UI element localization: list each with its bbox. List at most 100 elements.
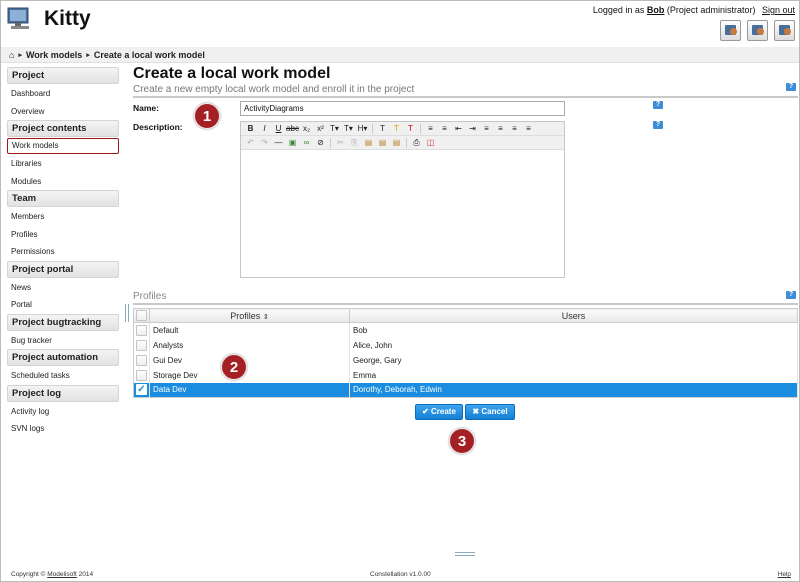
paste-icon[interactable]: ▤ bbox=[362, 137, 375, 149]
sidebar-item-activity-log[interactable]: Activity log bbox=[7, 403, 119, 421]
table-row-selected[interactable]: ✓ Data Dev Dorothy, Deborah, Edwin bbox=[133, 382, 798, 398]
profiles-column-header[interactable]: Profiles ⇕ bbox=[149, 308, 350, 323]
font-family-icon[interactable]: T▾ bbox=[328, 123, 341, 135]
align-left-icon[interactable]: ≡ bbox=[480, 123, 493, 135]
cut-icon[interactable]: ✂ bbox=[334, 137, 347, 149]
link-icon[interactable]: ∞ bbox=[300, 137, 313, 149]
name-field[interactable] bbox=[240, 101, 565, 116]
heading-icon[interactable]: H▾ bbox=[356, 123, 369, 135]
sidebar-item-portal[interactable]: Portal bbox=[7, 296, 119, 314]
unlink-icon[interactable]: ⊘ bbox=[314, 137, 327, 149]
text-color-icon[interactable]: T bbox=[376, 123, 389, 135]
table-row[interactable]: Default Bob bbox=[133, 322, 798, 338]
help-link[interactable]: Help bbox=[778, 571, 791, 578]
sidebar-item-permissions[interactable]: Permissions bbox=[7, 243, 119, 261]
users-column-header[interactable]: Users bbox=[349, 308, 798, 323]
bullet-list-icon[interactable]: ≡ bbox=[424, 123, 437, 135]
company-link[interactable]: Modelisoft bbox=[47, 571, 77, 578]
sidebar-item-profiles[interactable]: Profiles bbox=[7, 226, 119, 244]
sort-icon: ⇕ bbox=[262, 313, 269, 321]
row-checkbox[interactable] bbox=[136, 324, 147, 336]
user-link[interactable]: Bob bbox=[647, 5, 665, 15]
select-all-header[interactable] bbox=[133, 308, 150, 323]
user-role: (Project administrator) bbox=[666, 5, 756, 15]
home-icon[interactable]: ⌂ bbox=[9, 50, 14, 60]
italic-icon[interactable]: I bbox=[258, 123, 271, 135]
user-settings-icon[interactable] bbox=[720, 20, 741, 41]
sidebar-item-scheduled-tasks[interactable]: Scheduled tasks bbox=[7, 367, 119, 385]
main-content: Create a local work model Create a new e… bbox=[133, 64, 799, 454]
sidebar-collapse-handle[interactable] bbox=[125, 304, 129, 322]
align-right-icon[interactable]: ≡ bbox=[508, 123, 521, 135]
logged-in-prefix: Logged in as bbox=[592, 5, 645, 15]
row-checkbox[interactable] bbox=[136, 339, 147, 351]
profiles-divider bbox=[133, 303, 798, 305]
cancel-button[interactable]: ✖ Cancel bbox=[465, 404, 515, 420]
strikethrough-icon[interactable]: abc bbox=[286, 123, 299, 135]
editor-toolbar-row-2: ↶ ↷ — ▣ ∞ ⊘ ✂ ⎘ ▤ ▤ ▤ ⎙ ◫ bbox=[241, 136, 564, 150]
horizontal-rule-icon[interactable]: — bbox=[272, 137, 285, 149]
row-checkbox[interactable] bbox=[136, 354, 147, 366]
page-subtitle: Create a new empty local work model and … bbox=[133, 84, 415, 95]
clear-format-icon[interactable]: T bbox=[404, 123, 417, 135]
bold-icon[interactable]: B bbox=[244, 123, 257, 135]
align-center-icon[interactable]: ≡ bbox=[494, 123, 507, 135]
sidebar-item-members[interactable]: Members bbox=[7, 208, 119, 226]
sidebar-item-work-models[interactable]: Work models bbox=[7, 138, 119, 154]
profiles-help-icon[interactable]: ? bbox=[786, 291, 796, 299]
row-checkbox-checked[interactable]: ✓ bbox=[136, 384, 147, 396]
print-icon[interactable]: ⎙ bbox=[410, 137, 423, 149]
indent-icon[interactable]: ⇥ bbox=[466, 123, 479, 135]
sidebar-section-project-contents[interactable]: Project contents bbox=[7, 120, 119, 137]
description-editor[interactable]: B I U abc x₂ x² T▾ T▾ H▾ T T T ≡ ≡ ⇤ ⇥ ≡… bbox=[240, 121, 565, 278]
paste-word-icon[interactable]: ▤ bbox=[390, 137, 403, 149]
row-checkbox[interactable] bbox=[136, 369, 147, 381]
user-profile-icon[interactable] bbox=[774, 20, 795, 41]
sidebar-item-overview[interactable]: Overview bbox=[7, 103, 119, 121]
sidebar-section-project-automation[interactable]: Project automation bbox=[7, 349, 119, 366]
paste-text-icon[interactable]: ▤ bbox=[376, 137, 389, 149]
create-button[interactable]: ✔ Create bbox=[415, 404, 463, 420]
sidebar-item-svn-logs[interactable]: SVN logs bbox=[7, 420, 119, 438]
font-size-icon[interactable]: T▾ bbox=[342, 123, 355, 135]
outdent-icon[interactable]: ⇤ bbox=[452, 123, 465, 135]
description-label: Description: bbox=[133, 122, 183, 132]
sidebar-item-news[interactable]: News bbox=[7, 279, 119, 297]
sidebar-section-team[interactable]: Team bbox=[7, 190, 119, 207]
sidebar-item-modules[interactable]: Modules bbox=[7, 173, 119, 191]
footer: Copyright © Modelisoft 2014 Constellatio… bbox=[1, 569, 799, 581]
sidebar-item-bug-tracker[interactable]: Bug tracker bbox=[7, 332, 119, 350]
copy-icon[interactable]: ⎘ bbox=[348, 137, 361, 149]
profile-name: Analysts bbox=[149, 337, 350, 353]
select-all-checkbox[interactable] bbox=[136, 310, 147, 321]
superscript-icon[interactable]: x² bbox=[314, 123, 327, 135]
sidebar-section-project-portal[interactable]: Project portal bbox=[7, 260, 119, 278]
help-icon[interactable]: ? bbox=[786, 83, 796, 91]
source-code-icon[interactable]: ◫ bbox=[424, 137, 437, 149]
breadcrumb: ⌂ ▸ Work models ▸ Create a local work mo… bbox=[1, 47, 799, 63]
subscript-icon[interactable]: x₂ bbox=[300, 123, 313, 135]
login-info: Logged in as Bob (Project administrator)… bbox=[593, 5, 795, 15]
underline-icon[interactable]: U bbox=[272, 123, 285, 135]
name-label: Name: bbox=[133, 103, 159, 113]
sign-out-link[interactable]: Sign out bbox=[762, 5, 795, 15]
name-help-icon[interactable]: ? bbox=[653, 101, 663, 109]
footer-collapse-handle[interactable] bbox=[455, 552, 475, 556]
sidebar-section-project[interactable]: Project bbox=[7, 67, 119, 84]
user-admin-icon[interactable] bbox=[747, 20, 768, 41]
align-justify-icon[interactable]: ≡ bbox=[522, 123, 535, 135]
sidebar-section-project-log[interactable]: Project log bbox=[7, 384, 119, 402]
redo-icon[interactable]: ↷ bbox=[258, 137, 271, 149]
breadcrumb-work-models[interactable]: Work models bbox=[26, 50, 82, 60]
sidebar-section-project-bugtracking[interactable]: Project bugtracking bbox=[7, 313, 119, 331]
sidebar-item-dashboard[interactable]: Dashboard bbox=[7, 85, 119, 103]
table-row[interactable]: Analysts Alice, John bbox=[133, 337, 798, 353]
image-icon[interactable]: ▣ bbox=[286, 137, 299, 149]
undo-icon[interactable]: ↶ bbox=[244, 137, 257, 149]
sidebar-item-libraries[interactable]: Libraries bbox=[7, 155, 119, 173]
grid-header-row: Profiles ⇕ Users bbox=[133, 308, 798, 323]
numbered-list-icon[interactable]: ≡ bbox=[438, 123, 451, 135]
copyright: Copyright © Modelisoft 2014 bbox=[11, 571, 94, 578]
highlight-icon[interactable]: T bbox=[390, 123, 403, 135]
description-help-icon[interactable]: ? bbox=[653, 121, 663, 129]
